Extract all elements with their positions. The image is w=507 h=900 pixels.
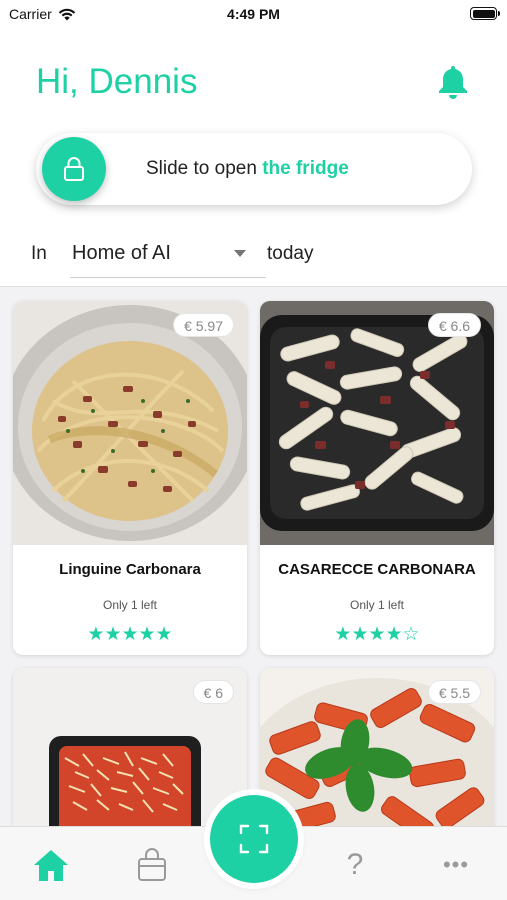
greeting-title: Hi, Dennis xyxy=(36,62,198,101)
price-badge: € 6 xyxy=(192,680,234,704)
price-badge: € 6.6 xyxy=(427,313,481,337)
price-badge: € 5.97 xyxy=(173,313,234,337)
slider-label: Slide to open the fridge xyxy=(146,158,349,180)
scan-icon xyxy=(239,824,269,854)
product-name: CASARECCE CARBONARA xyxy=(278,561,476,578)
battery-icon xyxy=(470,7,500,20)
home-icon xyxy=(34,850,68,881)
help-icon: ? xyxy=(346,848,364,881)
scan-button[interactable] xyxy=(210,795,298,883)
clock: 4:49 PM xyxy=(227,6,280,22)
status-bar: Carrier 4:49 PM xyxy=(0,0,507,30)
slider-label-prefix: Slide to open xyxy=(146,158,263,179)
product-grid[interactable]: € 5.97 Linguine Carbonara Only 1 left ★★… xyxy=(0,286,507,826)
chevron-down-icon xyxy=(234,250,246,257)
product-card[interactable]: € 5.5 xyxy=(260,668,494,826)
rating-stars: ★★★★☆ xyxy=(334,624,420,645)
rating-stars: ★★★★★ xyxy=(87,624,173,645)
lock-icon xyxy=(64,157,84,181)
slider-label-accent: the fridge xyxy=(262,158,349,179)
tab-home[interactable] xyxy=(31,845,71,885)
product-name: Linguine Carbonara xyxy=(59,561,201,578)
slide-to-open-slider[interactable]: Slide to open the fridge xyxy=(36,133,472,205)
more-icon: ••• xyxy=(442,852,470,877)
product-card[interactable]: € 6.6 CASARECCE CARBONARA Only 1 left ★★… xyxy=(260,301,494,655)
location-dropdown[interactable]: Home of AI xyxy=(70,230,266,278)
tab-help[interactable]: ? xyxy=(335,845,375,885)
product-card[interactable]: € 6 xyxy=(13,668,247,826)
stock-status: Only 1 left xyxy=(349,598,405,612)
slider-knob[interactable] xyxy=(42,137,106,201)
location-suffix: today xyxy=(267,243,314,264)
bag-icon xyxy=(138,848,166,881)
notification-bell-icon[interactable] xyxy=(436,64,470,100)
stock-status: Only 1 left xyxy=(102,598,158,612)
price-badge: € 5.5 xyxy=(427,680,481,704)
location-selected-value: Home of AI xyxy=(72,242,171,264)
location-prefix: In xyxy=(31,243,47,264)
tab-orders[interactable] xyxy=(132,845,172,885)
product-card[interactable]: € 5.97 Linguine Carbonara Only 1 left ★★… xyxy=(13,301,247,655)
tab-more[interactable]: ••• xyxy=(436,845,476,885)
